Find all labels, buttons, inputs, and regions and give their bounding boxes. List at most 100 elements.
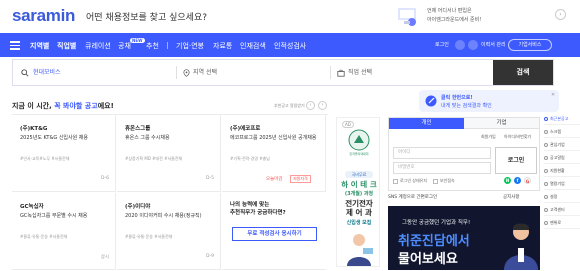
- new-badge: NEW: [130, 38, 145, 43]
- nav-resume-link[interactable]: 이력서 관리: [481, 41, 506, 48]
- location-pin-icon: [183, 69, 190, 77]
- nav-public[interactable]: 공채: [118, 41, 131, 51]
- quick-item-viewed[interactable]: 열람기업: [544, 178, 580, 190]
- company-name: (주)KT&G: [20, 126, 48, 132]
- nav-aptitude-test[interactable]: 인적성검사: [274, 41, 306, 51]
- secure-login-checkbox[interactable]: 보안접속: [433, 178, 455, 184]
- quick-item-settings[interactable]: 설정: [544, 191, 580, 203]
- google-login-icon[interactable]: G: [524, 177, 531, 184]
- quick-label: 지원현황: [550, 168, 565, 173]
- recommend-alert-link[interactable]: 추천공고 알림받기: [274, 103, 305, 109]
- quick-item-scrap[interactable]: 스크랩: [544, 126, 580, 138]
- signup-link[interactable]: 회원가입: [481, 134, 496, 140]
- qualification-badge: 지원자격: [290, 175, 311, 183]
- tab-personal[interactable]: 개인: [389, 118, 464, 129]
- quick-menu: 최근본공고 스크랩 관심기업 공고알림 지원현황 열람기업 설정 고객센터 맨위…: [544, 113, 580, 271]
- career-banner[interactable]: 그동안 궁금했던 기업과 직무! 취준진담에서 물어보세요: [388, 206, 540, 270]
- keep-login-checkbox[interactable]: 로그인 상태유지: [393, 178, 427, 184]
- next-arrow-icon[interactable]: ›: [318, 101, 327, 110]
- checkbox-icon: [393, 178, 398, 184]
- personalized-tooltip[interactable]: 클릭 한번으로! 내게 맞는 검색결과 확인 ✕: [419, 90, 559, 112]
- quick-item-apply[interactable]: 지원현황: [544, 165, 580, 177]
- quick-item-company[interactable]: 관심기업: [544, 139, 580, 151]
- aptitude-test-button[interactable]: 무료 적성검사 응시하기: [232, 227, 317, 241]
- nav-job[interactable]: 직업별: [57, 41, 76, 51]
- id-input[interactable]: 아이디: [393, 147, 491, 159]
- job-card[interactable]: (주)이디야 2020 이디야커피 수시 채용(정규직) #물류·유통·운송 #…: [117, 193, 221, 270]
- nav-company-salary[interactable]: 기업·연봉: [176, 41, 204, 51]
- ad-free-pill: 국비무료: [345, 171, 373, 178]
- banner-line-3: 물어보세요: [398, 252, 458, 267]
- prev-arrow-icon[interactable]: ‹: [306, 101, 315, 110]
- deadline: D-9: [206, 254, 214, 259]
- nav-recommend[interactable]: 추천: [146, 41, 159, 51]
- search-button[interactable]: 검색: [493, 60, 553, 85]
- facebook-login-icon[interactable]: f: [514, 177, 521, 184]
- job-title: 휴온스 그룹 수시채용: [125, 135, 170, 141]
- quick-label: 공고알림: [550, 155, 565, 160]
- side-ad-banner[interactable]: AD 한국폴리텍대학 국비무료 하 이 테 크 (3개월) 과정 전기전자 제 …: [336, 117, 380, 267]
- promo-illustration-icon: [398, 8, 416, 26]
- region-select[interactable]: 지역 선택: [193, 60, 217, 85]
- promo-ad[interactable]: 언제 어디서나 편입은 아이엠그라운드에서 준비!: [395, 4, 530, 28]
- nav-login-link[interactable]: 로그인: [435, 41, 449, 48]
- ad-headline-1: 하 이 테 크: [341, 180, 377, 189]
- company-name: (주)이디야: [125, 204, 151, 210]
- nav-region[interactable]: 지역별: [30, 41, 49, 51]
- resume-icon[interactable]: [468, 40, 478, 50]
- saramin-logo[interactable]: saramin: [12, 6, 75, 26]
- quick-item-help[interactable]: 고객센터: [544, 204, 580, 216]
- find-account-link[interactable]: 아이디/비번찾기: [504, 134, 531, 140]
- company-service-button[interactable]: 기업서비스: [508, 39, 552, 51]
- user-icon[interactable]: [455, 40, 465, 50]
- keep-login-label: 로그인 상태유지: [400, 178, 428, 183]
- polytech-logo-icon: [348, 129, 370, 151]
- nav-talent-search[interactable]: 인재검색: [240, 41, 266, 51]
- ad-badge: AD: [342, 121, 354, 128]
- naver-login-icon[interactable]: N: [504, 177, 511, 184]
- password-input[interactable]: 비밀번호: [393, 162, 491, 174]
- quick-item-top[interactable]: 맨위로: [544, 217, 580, 229]
- title-suffix: 에요!: [97, 102, 114, 110]
- keyword-input[interactable]: 현대모비스: [33, 60, 61, 85]
- close-icon[interactable]: ✕: [551, 92, 555, 98]
- title-highlight: 꼭 봐야할 공고: [54, 102, 98, 110]
- nav-resources[interactable]: 자료통: [213, 41, 232, 51]
- quick-label: 설정: [550, 194, 558, 199]
- deadline: D-6: [101, 176, 109, 181]
- sns-login-note[interactable]: SNS 계정으로 간편로그인: [388, 194, 437, 200]
- top-header: saramin 어떤 채용정보를 찾고 싶으세요? 언제 어디서나 편입은 아이…: [0, 0, 580, 30]
- quick-item-alert[interactable]: 공고알림: [544, 152, 580, 164]
- job-tags: #물류·유통·운송 #서울전체: [125, 234, 173, 239]
- job-card[interactable]: GC녹십자 GC녹십자그룹 부문별 수시 채용 #물류·유통·운송 #서울전체 …: [12, 193, 116, 270]
- job-title: GC녹십자그룹 부문별 수시 채용: [20, 213, 88, 219]
- quick-item-recent[interactable]: 최근본공고: [544, 113, 580, 125]
- promo-line-1: 언제 어디서나 편입은: [427, 8, 472, 14]
- search-divider: [330, 66, 331, 79]
- tooltip-line-2: 내게 맞는 검색결과 확인: [441, 103, 492, 109]
- ad-recruit-label: 신입생 모집: [346, 220, 372, 226]
- ad-org-name: 한국폴리텍대학: [349, 152, 369, 156]
- promo-line-2: 아이엠그라운드에서 준비!: [427, 17, 482, 23]
- tab-company[interactable]: 기업: [464, 118, 539, 129]
- job-card[interactable]: 휴온스그룹 휴온스 그룹 수시채용 #상품기획 MD #대전 #서울전체 D-5: [117, 115, 221, 192]
- promo-next-icon[interactable]: ›: [555, 9, 566, 20]
- job-card[interactable]: (주)KT&G 2025년도 KT&G 신입사원 채용 #인사·교육#노무 #서…: [12, 115, 116, 192]
- cta-question-line-1: 나의 능력에 맞는: [230, 202, 270, 208]
- job-card-grid: (주)KT&G 2025년도 KT&G 신입사원 채용 #인사·교육#노무 #서…: [12, 114, 328, 270]
- job-tags: #물류·유통·운송 #서울전체: [20, 234, 68, 239]
- aptitude-cta-card: 나의 능력에 맞는추천직무가 궁금하다면? 무료 적성검사 응시하기: [222, 193, 326, 270]
- ad-headline-2: (3개월) 과정: [344, 191, 374, 197]
- cta-question-line-2: 추천직무가 궁금하다면?: [230, 210, 286, 216]
- briefcase-icon: [337, 69, 345, 77]
- job-card[interactable]: (주)에코프로 에코프로그룹 2025년 신입사원 공개채용 #기획·전략·경영…: [222, 115, 326, 192]
- presenter-illustration-icon: [504, 223, 538, 270]
- recent-icon: [544, 117, 548, 121]
- notice-link[interactable]: 공지사항: [503, 194, 520, 200]
- job-select[interactable]: 직업 선택: [348, 60, 372, 85]
- hamburger-menu-icon[interactable]: [10, 41, 20, 50]
- nav-curation[interactable]: 큐레이션: [85, 41, 111, 51]
- urgent-label: 오늘마감: [266, 177, 283, 182]
- login-button[interactable]: 로그인: [495, 147, 537, 174]
- document-icon: [544, 169, 548, 173]
